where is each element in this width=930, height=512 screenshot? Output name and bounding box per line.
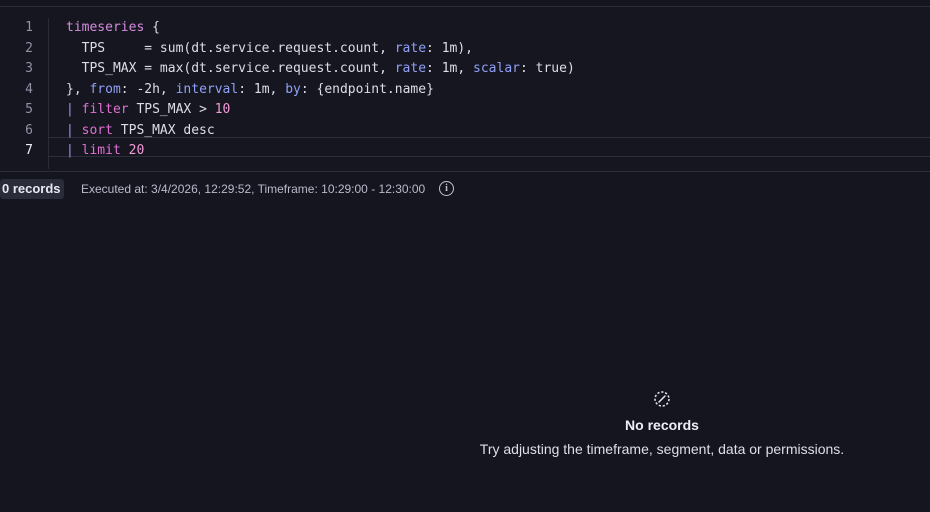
no-records-icon [654, 391, 670, 407]
code-token: }, [66, 82, 90, 97]
code-line[interactable]: timeseries { [66, 18, 160, 38]
code-token: : -2h, [120, 82, 176, 97]
records-count-badge: 0 records [0, 179, 64, 199]
info-icon[interactable]: i [439, 181, 454, 196]
code-token: TPS_MAX > [128, 102, 215, 117]
line-number: 5 [25, 102, 33, 117]
code-token: rate [394, 61, 427, 76]
code-token: limit [81, 143, 121, 158]
line-number-active: 7 [25, 143, 33, 158]
code-line[interactable]: }, from: -2h, interval: 1m, by: {endpoin… [66, 80, 434, 100]
query-editor[interactable]: 1 2 3 4 5 6 7 timeseries { TPS = sum(dt.… [0, 6, 930, 172]
code-token: { [144, 20, 160, 35]
code-token: : 1m, [426, 61, 474, 76]
code-line[interactable]: | filter TPS_MAX > 10 [66, 100, 230, 120]
code-token: TPS_MAX = max(dt.service.request.count, [66, 61, 395, 76]
code-token: | [66, 102, 82, 117]
line-number-gutter: 1 2 3 4 5 6 7 [0, 18, 49, 169]
code-token: TPS_MAX desc [112, 123, 215, 138]
line-number: 3 [25, 61, 33, 76]
code-token: 20 [128, 143, 145, 158]
code-token: : {endpoint.name} [300, 82, 434, 97]
code-token: : 1m, [238, 82, 286, 97]
code-line[interactable]: | sort TPS_MAX desc [66, 121, 215, 141]
result-status-bar: 0 records Executed at: 3/4/2026, 12:29:5… [0, 178, 930, 200]
code-token: from [89, 82, 121, 97]
line-number: 1 [25, 20, 33, 35]
code-token: : true) [519, 61, 575, 76]
code-token: by [285, 82, 301, 97]
line-number: 2 [25, 41, 33, 56]
code-token: TPS = sum(dt.service.request.count, [66, 41, 395, 56]
code-line[interactable]: TPS = sum(dt.service.request.count, rate… [66, 39, 473, 59]
code-line[interactable]: TPS_MAX = max(dt.service.request.count, … [66, 59, 575, 79]
empty-state: No records Try adjusting the timeframe, … [462, 390, 862, 457]
line-number: 4 [25, 82, 33, 97]
empty-state-subtitle: Try adjusting the timeframe, segment, da… [479, 441, 845, 457]
empty-state-title: No records [625, 417, 699, 433]
code-token: | [66, 143, 82, 158]
code-token: filter [81, 102, 129, 117]
code-token: sort [81, 123, 113, 138]
code-token: 10 [214, 102, 231, 117]
code-token: : 1m), [426, 41, 474, 56]
code-token: timeseries [66, 20, 145, 35]
code-token: | [66, 123, 82, 138]
code-line[interactable]: | limit 20 [66, 141, 144, 161]
execution-info: Executed at: 3/4/2026, 12:29:52, Timefra… [81, 182, 426, 196]
line-number: 6 [25, 123, 33, 138]
code-token: rate [394, 41, 427, 56]
code-token: scalar [473, 61, 520, 76]
code-token: interval [175, 82, 239, 97]
